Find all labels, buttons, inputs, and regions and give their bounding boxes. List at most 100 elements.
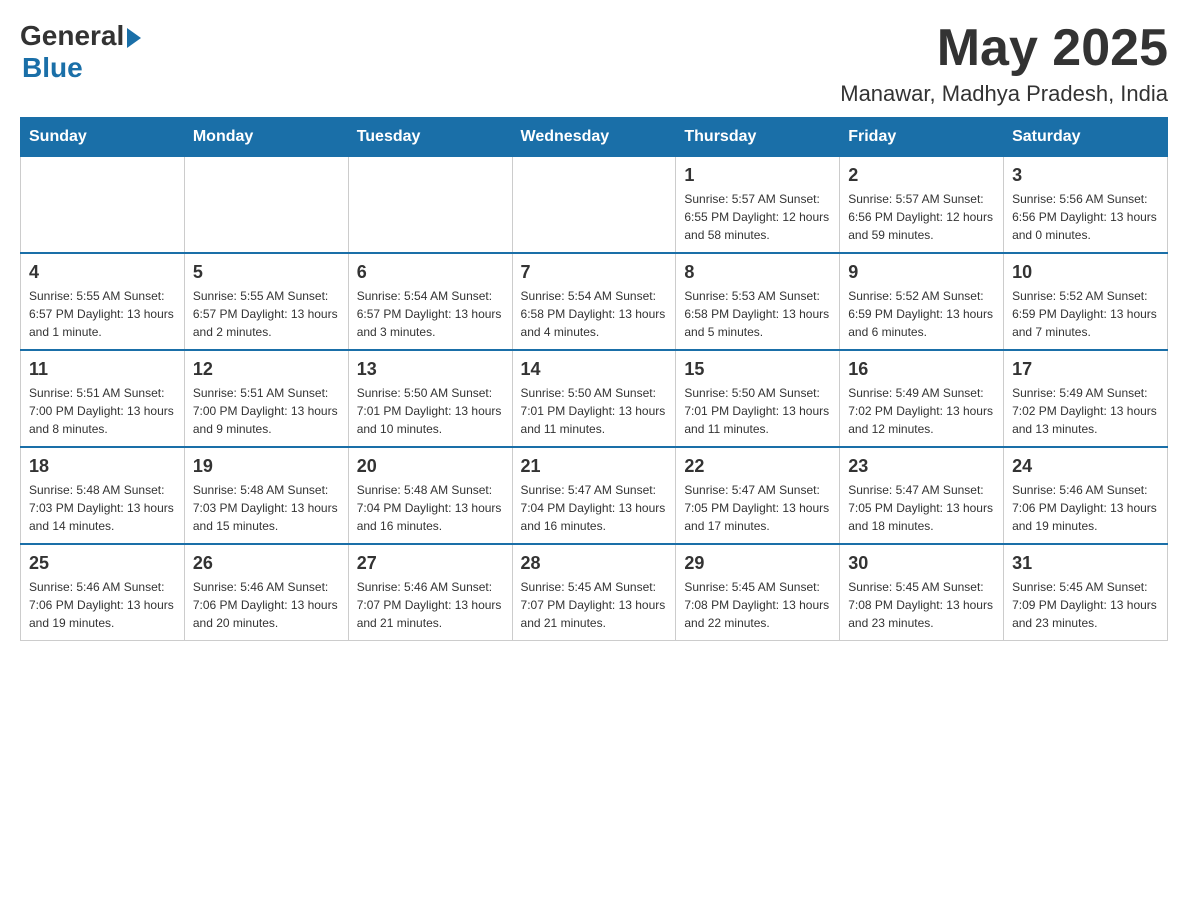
day-number: 15: [684, 359, 831, 380]
day-number: 25: [29, 553, 176, 574]
calendar-cell: 29 Sunrise: 5:45 AM Sunset: 7:08 PM Dayli…: [676, 544, 840, 641]
day-info: Sunrise: 5:48 AM Sunset: 7:03 PM Dayligh…: [29, 481, 176, 535]
calendar-cell: 21 Sunrise: 5:47 AM Sunset: 7:04 PM Dayli…: [512, 447, 676, 544]
calendar-cell: 1Sunrise: 5:57 AM Sunset: 6:55 PM Daylig…: [676, 157, 840, 254]
day-number: 12: [193, 359, 340, 380]
calendar-cell: 22 Sunrise: 5:47 AM Sunset: 7:05 PM Dayli…: [676, 447, 840, 544]
day-info: Sunrise: 5:47 AM Sunset: 7:04 PM Dayligh…: [521, 481, 668, 535]
calendar-cell: [512, 157, 676, 254]
day-info: Sunrise: 5:46 AM Sunset: 7:06 PM Dayligh…: [29, 578, 176, 632]
day-info: Sunrise: 5:51 AM Sunset: 7:00 PM Dayligh…: [193, 384, 340, 438]
calendar-cell: 11Sunrise: 5:51 AM Sunset: 7:00 PM Dayli…: [21, 350, 185, 447]
calendar-cell: 10 Sunrise: 5:52 AM Sunset: 6:59 PM Dayli…: [1004, 253, 1168, 350]
day-number: 26: [193, 553, 340, 574]
day-info: Sunrise: 5:55 AM Sunset: 6:57 PM Dayligh…: [193, 287, 340, 341]
month-title: May 2025: [840, 20, 1168, 77]
day-number: 2: [848, 165, 995, 186]
day-info: Sunrise: 5:48 AM Sunset: 7:03 PM Dayligh…: [193, 481, 340, 535]
day-info: Sunrise: 5:45 AM Sunset: 7:09 PM Dayligh…: [1012, 578, 1159, 632]
logo-general-text: General: [20, 20, 124, 52]
day-info: Sunrise: 5:50 AM Sunset: 7:01 PM Dayligh…: [684, 384, 831, 438]
day-number: 29: [684, 553, 831, 574]
calendar-cell: 25 Sunrise: 5:46 AM Sunset: 7:06 PM Dayli…: [21, 544, 185, 641]
day-info: Sunrise: 5:49 AM Sunset: 7:02 PM Dayligh…: [848, 384, 995, 438]
day-info: Sunrise: 5:50 AM Sunset: 7:01 PM Dayligh…: [521, 384, 668, 438]
calendar-cell: 20 Sunrise: 5:48 AM Sunset: 7:04 PM Dayli…: [348, 447, 512, 544]
day-info: Sunrise: 5:57 AM Sunset: 6:56 PM Dayligh…: [848, 190, 995, 244]
calendar-week-row: 25 Sunrise: 5:46 AM Sunset: 7:06 PM Dayli…: [21, 544, 1168, 641]
calendar-cell: 27Sunrise: 5:46 AM Sunset: 7:07 PM Dayli…: [348, 544, 512, 641]
calendar-cell: 13 Sunrise: 5:50 AM Sunset: 7:01 PM Dayli…: [348, 350, 512, 447]
day-number: 23: [848, 456, 995, 477]
day-info: Sunrise: 5:46 AM Sunset: 7:06 PM Dayligh…: [1012, 481, 1159, 535]
calendar-cell: 15 Sunrise: 5:50 AM Sunset: 7:01 PM Dayli…: [676, 350, 840, 447]
day-of-week-header: Monday: [184, 118, 348, 157]
calendar-header-row: SundayMondayTuesdayWednesdayThursdayFrid…: [21, 118, 1168, 157]
day-info: Sunrise: 5:47 AM Sunset: 7:05 PM Dayligh…: [848, 481, 995, 535]
calendar-cell: 28 Sunrise: 5:45 AM Sunset: 7:07 PM Dayli…: [512, 544, 676, 641]
calendar-cell: 30 Sunrise: 5:45 AM Sunset: 7:08 PM Dayli…: [840, 544, 1004, 641]
calendar-week-row: 4 Sunrise: 5:55 AM Sunset: 6:57 PM Daylig…: [21, 253, 1168, 350]
calendar-cell: 5Sunrise: 5:55 AM Sunset: 6:57 PM Daylig…: [184, 253, 348, 350]
day-number: 22: [684, 456, 831, 477]
calendar-cell: 2 Sunrise: 5:57 AM Sunset: 6:56 PM Daylig…: [840, 157, 1004, 254]
day-number: 14: [521, 359, 668, 380]
day-info: Sunrise: 5:56 AM Sunset: 6:56 PM Dayligh…: [1012, 190, 1159, 244]
day-info: Sunrise: 5:45 AM Sunset: 7:07 PM Dayligh…: [521, 578, 668, 632]
day-number: 8: [684, 262, 831, 283]
logo-arrow-icon: [127, 28, 141, 48]
day-info: Sunrise: 5:52 AM Sunset: 6:59 PM Dayligh…: [1012, 287, 1159, 341]
day-number: 30: [848, 553, 995, 574]
calendar-cell: 8 Sunrise: 5:53 AM Sunset: 6:58 PM Daylig…: [676, 253, 840, 350]
day-info: Sunrise: 5:45 AM Sunset: 7:08 PM Dayligh…: [684, 578, 831, 632]
calendar-week-row: 1Sunrise: 5:57 AM Sunset: 6:55 PM Daylig…: [21, 157, 1168, 254]
day-info: Sunrise: 5:54 AM Sunset: 6:58 PM Dayligh…: [521, 287, 668, 341]
day-info: Sunrise: 5:47 AM Sunset: 7:05 PM Dayligh…: [684, 481, 831, 535]
calendar-cell: 24 Sunrise: 5:46 AM Sunset: 7:06 PM Dayli…: [1004, 447, 1168, 544]
day-number: 18: [29, 456, 176, 477]
day-of-week-header: Wednesday: [512, 118, 676, 157]
day-number: 19: [193, 456, 340, 477]
day-info: Sunrise: 5:57 AM Sunset: 6:55 PM Dayligh…: [684, 190, 831, 244]
calendar-cell: 31 Sunrise: 5:45 AM Sunset: 7:09 PM Dayli…: [1004, 544, 1168, 641]
day-info: Sunrise: 5:55 AM Sunset: 6:57 PM Dayligh…: [29, 287, 176, 341]
day-of-week-header: Saturday: [1004, 118, 1168, 157]
calendar-week-row: 11 Sunrise: 5:51 AM Sunset: 7:00 PM Dayli…: [21, 350, 1168, 447]
day-of-week-header: Tuesday: [348, 118, 512, 157]
calendar-cell: [184, 157, 348, 254]
location-title: Manawar, Madhya Pradesh, India: [840, 81, 1168, 107]
day-number: 3: [1012, 165, 1159, 186]
day-number: 17: [1012, 359, 1159, 380]
day-info: Sunrise: 5:53 AM Sunset: 6:58 PM Dayligh…: [684, 287, 831, 341]
calendar-cell: 9 Sunrise: 5:52 AM Sunset: 6:59 PM Daylig…: [840, 253, 1004, 350]
logo: General Blue: [20, 20, 141, 84]
day-number: 28: [521, 553, 668, 574]
day-info: Sunrise: 5:49 AM Sunset: 7:02 PM Dayligh…: [1012, 384, 1159, 438]
day-info: Sunrise: 5:46 AM Sunset: 7:06 PM Dayligh…: [193, 578, 340, 632]
day-number: 31: [1012, 553, 1159, 574]
calendar-cell: 18 Sunrise: 5:48 AM Sunset: 7:03 PM Dayli…: [21, 447, 185, 544]
day-number: 10: [1012, 262, 1159, 283]
day-info: Sunrise: 5:50 AM Sunset: 7:01 PM Dayligh…: [357, 384, 504, 438]
title-section: May 2025 Manawar, Madhya Pradesh, India: [840, 20, 1168, 107]
day-number: 20: [357, 456, 504, 477]
calendar-cell: 26 Sunrise: 5:46 AM Sunset: 7:06 PM Dayli…: [184, 544, 348, 641]
calendar-cell: 17 Sunrise: 5:49 AM Sunset: 7:02 PM Dayli…: [1004, 350, 1168, 447]
day-number: 11: [29, 359, 176, 380]
day-number: 9: [848, 262, 995, 283]
day-of-week-header: Friday: [840, 118, 1004, 157]
day-number: 21: [521, 456, 668, 477]
day-number: 6: [357, 262, 504, 283]
day-number: 16: [848, 359, 995, 380]
day-number: 4: [29, 262, 176, 283]
day-number: 7: [521, 262, 668, 283]
calendar-cell: 16 Sunrise: 5:49 AM Sunset: 7:02 PM Dayli…: [840, 350, 1004, 447]
day-number: 13: [357, 359, 504, 380]
day-info: Sunrise: 5:48 AM Sunset: 7:04 PM Dayligh…: [357, 481, 504, 535]
calendar-cell: 23 Sunrise: 5:47 AM Sunset: 7:05 PM Dayli…: [840, 447, 1004, 544]
day-info: Sunrise: 5:45 AM Sunset: 7:08 PM Dayligh…: [848, 578, 995, 632]
calendar-cell: 12 Sunrise: 5:51 AM Sunset: 7:00 PM Dayli…: [184, 350, 348, 447]
day-number: 24: [1012, 456, 1159, 477]
day-info: Sunrise: 5:52 AM Sunset: 6:59 PM Dayligh…: [848, 287, 995, 341]
day-number: 27: [357, 553, 504, 574]
